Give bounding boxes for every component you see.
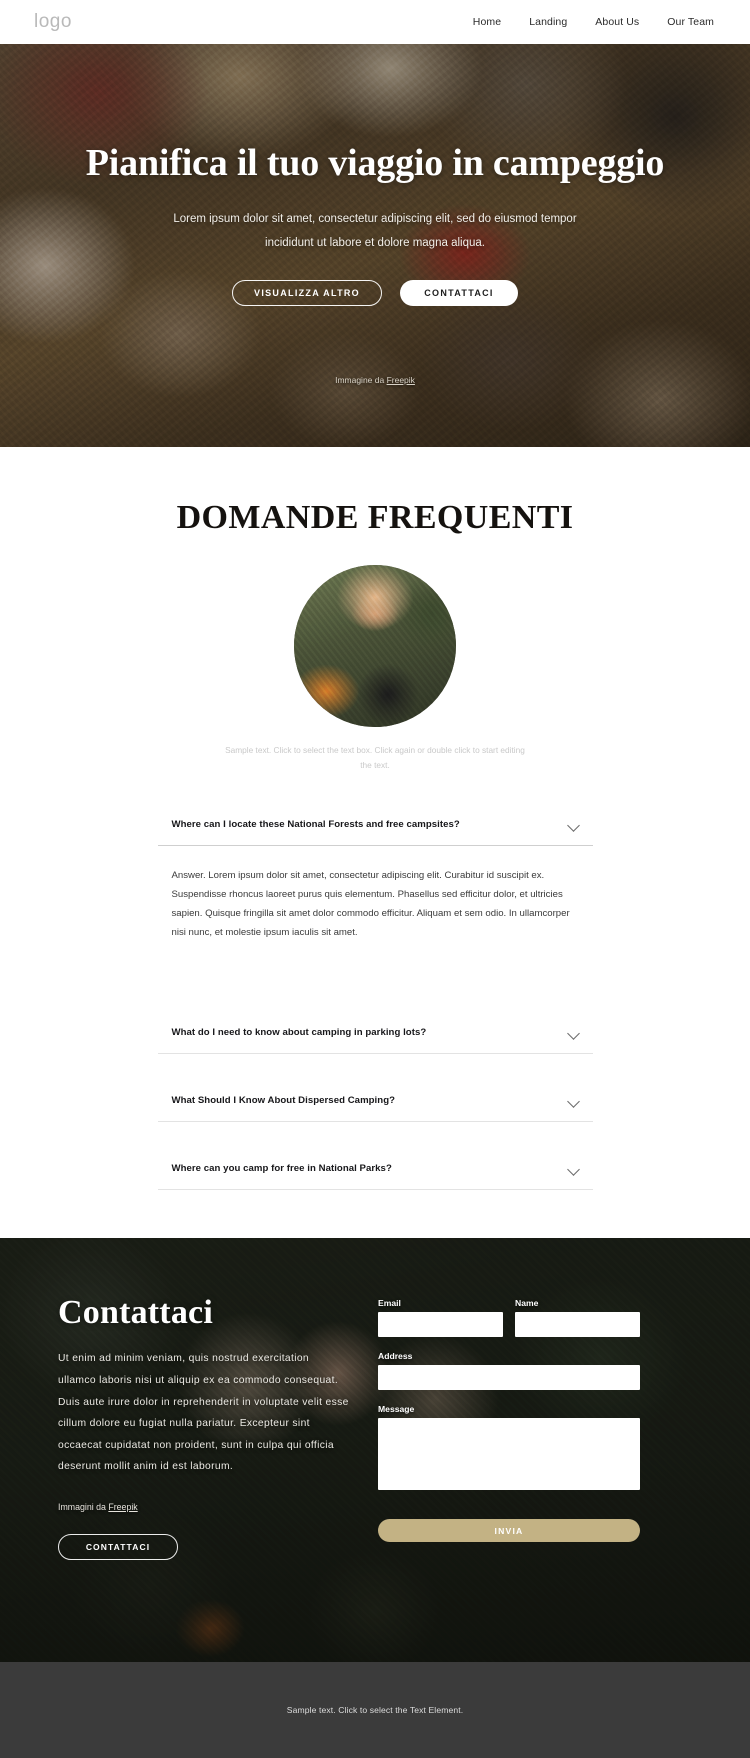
contact-info-column: Contattaci Ut enim ad minim veniam, quis…	[58, 1294, 350, 1561]
address-field-group: Address	[378, 1351, 640, 1391]
faq-sample-text: Sample text. Click to select the text bo…	[225, 745, 525, 771]
contact-title: Contattaci	[58, 1294, 213, 1332]
name-field-group: Name	[515, 1298, 640, 1338]
nav-item-home[interactable]: Home	[473, 16, 501, 28]
message-label: Message	[378, 1404, 415, 1415]
nav-item-about-us[interactable]: About Us	[595, 16, 639, 28]
site-logo[interactable]: logo	[34, 11, 72, 33]
hero-button-group: VISUALIZZA ALTRO CONTATTACI	[0, 279, 750, 306]
chevron-down-icon[interactable]	[568, 818, 581, 831]
address-input[interactable]	[378, 1365, 640, 1391]
hero-credit-link[interactable]: Freepik	[387, 375, 415, 385]
faq-item-1-header[interactable]: Where can I locate these National Forest…	[157, 804, 593, 846]
address-label: Address	[378, 1351, 413, 1362]
chevron-down-icon[interactable]	[568, 1094, 581, 1107]
site-header: logo Home Landing About Us Our Team	[0, 0, 750, 44]
hero-title: Pianifica il tuo viaggio in campeggio	[85, 142, 665, 184]
contact-description: Ut enim ad minim veniam, quis nostrud ex…	[58, 1353, 349, 1473]
hero-image-credit: Immagine da Freepik	[0, 375, 750, 385]
avatar-container	[0, 565, 750, 727]
hero-section: Pianifica il tuo viaggio in campeggio Lo…	[0, 44, 750, 447]
hero-credit-prefix: Immagine da	[335, 375, 387, 385]
view-more-button[interactable]: VISUALIZZA ALTRO	[232, 279, 382, 306]
faq-spacer	[158, 968, 593, 1012]
faq-title: DOMANDE FREQUENTI	[176, 499, 574, 536]
faq-item-3-header[interactable]: What Should I Know About Dispersed Campi…	[157, 1080, 593, 1123]
contact-cta-button[interactable]: CONTATTACI	[58, 1534, 178, 1561]
faq-item-1-answer: Answer. Lorem ipsum dolor sit amet, cons…	[171, 869, 570, 939]
faq-accordion: Where can I locate these National Forest…	[157, 804, 593, 1191]
contact-form: Email Name Address Message INVIA	[378, 1294, 640, 1560]
contact-credit-link[interactable]: Freepik	[108, 1502, 137, 1512]
faq-section: DOMANDE FREQUENTI Sample text. Click to …	[0, 447, 750, 1239]
faq-item-4-question: Where can you camp for free in National …	[171, 1163, 392, 1175]
email-label: Email	[378, 1298, 401, 1309]
faq-item-2-question: What do I need to know about camping in …	[171, 1027, 427, 1039]
landing-page: logo Home Landing About Us Our Team Pian…	[0, 0, 750, 1758]
faq-item-3-question: What Should I Know About Dispersed Campi…	[171, 1095, 396, 1107]
contact-credit-prefix: Immagini da	[58, 1502, 109, 1513]
contact-section: Contattaci Ut enim ad minim veniam, quis…	[0, 1238, 750, 1663]
faq-item-4-header[interactable]: Where can you camp for free in National …	[157, 1148, 593, 1191]
hero-content: Pianifica il tuo viaggio in campeggio Lo…	[0, 44, 750, 306]
contact-us-button[interactable]: CONTATTACI	[400, 279, 518, 306]
contact-image-credit: Immagini da Freepik	[58, 1502, 350, 1512]
nav-item-our-team[interactable]: Our Team	[667, 16, 714, 28]
avatar	[294, 565, 456, 727]
name-input[interactable]	[515, 1312, 640, 1338]
submit-button[interactable]: INVIA	[378, 1519, 640, 1543]
email-field-group: Email	[378, 1298, 503, 1338]
email-input[interactable]	[378, 1312, 503, 1338]
main-navigation: Home Landing About Us Our Team	[473, 16, 714, 28]
chevron-down-icon[interactable]	[568, 1026, 581, 1039]
message-field-group: Message	[378, 1404, 640, 1495]
site-footer: Sample text. Click to select the Text El…	[0, 1662, 750, 1758]
message-textarea[interactable]	[378, 1418, 640, 1491]
nav-item-landing[interactable]: Landing	[529, 16, 567, 28]
faq-item-1-question: Where can I locate these National Forest…	[171, 818, 460, 830]
chevron-down-icon[interactable]	[568, 1162, 581, 1175]
footer-sample-text: Sample text. Click to select the Text El…	[286, 1705, 464, 1716]
form-row-email-name: Email Name	[378, 1298, 640, 1351]
contact-content: Contattaci Ut enim ad minim veniam, quis…	[0, 1238, 750, 1561]
faq-item-2-header[interactable]: What do I need to know about camping in …	[157, 1012, 593, 1055]
name-label: Name	[515, 1298, 539, 1309]
avatar-texture-overlay	[294, 565, 456, 727]
hero-subtitle: Lorem ipsum dolor sit amet, consectetur …	[173, 212, 577, 250]
